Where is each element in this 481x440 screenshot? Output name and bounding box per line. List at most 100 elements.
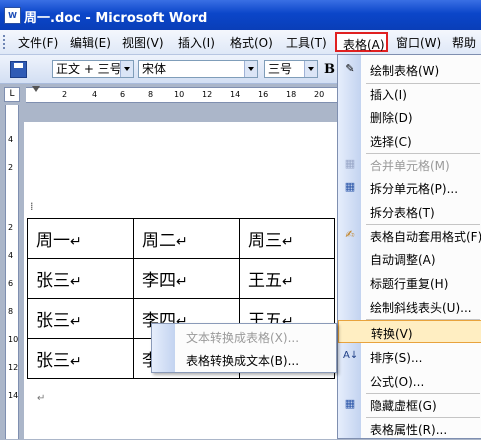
menu-item-insert[interactable]: 插入(I) [338, 82, 481, 105]
menu-item-label: 表格自动套用格式(F)... [370, 230, 481, 244]
menu-item-label: 绘制表格(W) [370, 64, 440, 78]
menu-bar: 文件(F) 编辑(E) 视图(V) 插入(I) 格式(O) 工具(T) 表格(A… [0, 30, 481, 55]
cell-text: 周一 [36, 231, 70, 251]
bold-button[interactable]: B [324, 62, 335, 77]
cell-text: 李四 [142, 271, 176, 291]
menu-item-label: 自动调整(A) [370, 253, 436, 267]
table-cell[interactable]: 张三↵ [27, 338, 134, 379]
style-combo[interactable]: 正文 + 三号 [52, 60, 134, 78]
ruler-row: L 2 4 6 8 10 12 14 16 18 20 [0, 84, 340, 104]
menu-item-table-properties[interactable]: 表格属性(R)... [338, 417, 481, 440]
table-cell[interactable]: 周一↵ [27, 218, 134, 259]
menu-view[interactable]: 视图(V) [122, 34, 164, 51]
submenu-item-table-to-text[interactable]: 表格转换成文本(B)... [152, 348, 336, 370]
menu-item-split-table[interactable]: 拆分表格(T) [338, 200, 481, 223]
vertical-ruler[interactable]: 4 2 2 4 6 8 10 12 14 [5, 105, 19, 439]
table-menu-dropdown: ✎ 绘制表格(W) 插入(I) 删除(D) 选择(C) ▦ 合并单元格(M) ▦… [337, 54, 481, 439]
menu-item-formula[interactable]: 公式(O)... [338, 369, 481, 392]
size-combo[interactable]: 三号 [264, 60, 318, 78]
page-top-margin [24, 105, 340, 122]
menu-item-label: 拆分表格(T) [370, 206, 435, 220]
menu-window[interactable]: 窗口(W) [396, 34, 441, 51]
menu-item-heading-rows-repeat[interactable]: 标题行重复(H) [338, 271, 481, 294]
menu-item-sort[interactable]: A↓ 排序(S)... [338, 345, 481, 368]
vruler-tick: 10 [8, 335, 19, 344]
vruler-tick: 6 [8, 279, 14, 288]
tab-selector[interactable]: L [4, 87, 20, 102]
cell-end-mark: ↵ [282, 274, 294, 290]
table-cell[interactable]: 周二↵ [133, 218, 240, 259]
menu-item-autoformat[interactable]: ✍ 表格自动套用格式(F)... [338, 224, 481, 247]
cell-end-mark: ↵ [282, 234, 294, 250]
menu-item-label: 选择(C) [370, 135, 412, 149]
cell-text: 张三 [36, 271, 70, 291]
word-doc-icon[interactable]: W [4, 7, 21, 24]
vruler-tick: 4 [8, 135, 14, 144]
font-combo[interactable]: 宋体 [138, 60, 258, 78]
menu-item-merge-cells[interactable]: ▦ 合并单元格(M) [338, 153, 481, 176]
window-title: 周一.doc - Microsoft Word [24, 11, 208, 26]
chevron-down-icon[interactable] [304, 61, 317, 77]
paragraph-mark: ↵ [37, 393, 46, 404]
chevron-down-icon[interactable] [120, 61, 133, 77]
cell-end-mark: ↵ [70, 234, 82, 250]
menu-edit[interactable]: 编辑(E) [70, 34, 111, 51]
ruler-tick: 4 [92, 90, 98, 99]
menu-item-label: 删除(D) [370, 111, 413, 125]
split-cells-icon: ▦ [344, 180, 356, 193]
cell-end-mark: ↵ [70, 354, 82, 370]
table-cell[interactable]: 周三↵ [239, 218, 335, 259]
table-cell[interactable]: 张三↵ [27, 258, 134, 299]
table-row: 张三↵ 李四↵ 王五↵ [27, 258, 335, 299]
cell-end-mark: ↵ [176, 274, 188, 290]
menu-item-autofit[interactable]: 自动调整(A) [338, 247, 481, 270]
vruler-tick: 12 [8, 363, 19, 372]
menu-item-split-cells[interactable]: ▦ 拆分单元格(P)... [338, 176, 481, 199]
ruler-tick: 6 [120, 90, 126, 99]
autoformat-icon: ✍ [345, 228, 355, 241]
menu-item-draw-table[interactable]: ✎ 绘制表格(W) [338, 58, 481, 81]
menu-item-select[interactable]: 选择(C) [338, 129, 481, 152]
menu-file[interactable]: 文件(F) [18, 34, 58, 51]
gridlines-icon: ▦ [344, 397, 356, 410]
chevron-down-icon[interactable] [244, 61, 257, 77]
menu-table[interactable]: 表格(A) [335, 32, 388, 52]
vruler-tick: 4 [8, 251, 14, 260]
menu-item-label: 表格属性(R)... [370, 423, 448, 437]
ruler-tick: 18 [286, 90, 297, 99]
table-cell[interactable]: 王五↵ [239, 258, 335, 299]
menu-item-hide-gridlines[interactable]: ▦ 隐藏虚框(G) [338, 393, 481, 416]
menubar-grip[interactable] [3, 35, 7, 49]
menu-item-convert[interactable]: 转换(V) [338, 320, 481, 343]
indent-marker-icon[interactable] [32, 86, 40, 92]
save-icon[interactable] [10, 61, 27, 78]
submenu-item-text-to-table[interactable]: 文本转换成表格(X)... [152, 325, 336, 347]
menu-item-label: 合并单元格(M) [370, 159, 450, 173]
menu-item-label: 绘制斜线表头(U)... [370, 301, 472, 315]
ruler-tick: 20 [314, 90, 325, 99]
menu-insert[interactable]: 插入(I) [178, 34, 215, 51]
cell-text: 张三 [36, 351, 70, 371]
menu-item-label: 插入(I) [370, 88, 407, 102]
submenu-item-label: 表格转换成文本(B)... [186, 354, 300, 368]
menu-tools[interactable]: 工具(T) [286, 34, 327, 51]
pencil-icon: ✎ [345, 62, 355, 75]
horizontal-ruler[interactable]: 2 4 6 8 10 12 14 16 18 20 [26, 86, 340, 103]
table-cell[interactable]: 张三↵ [27, 298, 134, 339]
menu-item-label: 转换(V) [371, 327, 413, 341]
merge-cells-icon: ▦ [344, 157, 356, 170]
cell-end-mark: ↵ [70, 314, 82, 330]
table-cell[interactable]: 李四↵ [133, 258, 240, 299]
submenu-item-label: 文本转换成表格(X)... [186, 331, 300, 345]
cell-text: 周三 [248, 231, 282, 251]
menu-format[interactable]: 格式(O) [230, 34, 273, 51]
title-bar: W 周一.doc - Microsoft Word [0, 0, 481, 30]
text-cursor: ⁞ [30, 200, 34, 213]
menu-item-diagonal-header[interactable]: 绘制斜线表头(U)... [338, 295, 481, 318]
menu-item-delete[interactable]: 删除(D) [338, 105, 481, 128]
sort-icon: A↓ [343, 350, 359, 361]
size-combo-value: 三号 [268, 62, 293, 76]
font-combo-value: 宋体 [142, 62, 167, 76]
menu-item-label: 公式(O)... [370, 375, 425, 389]
menu-help[interactable]: 帮助 [452, 34, 476, 51]
